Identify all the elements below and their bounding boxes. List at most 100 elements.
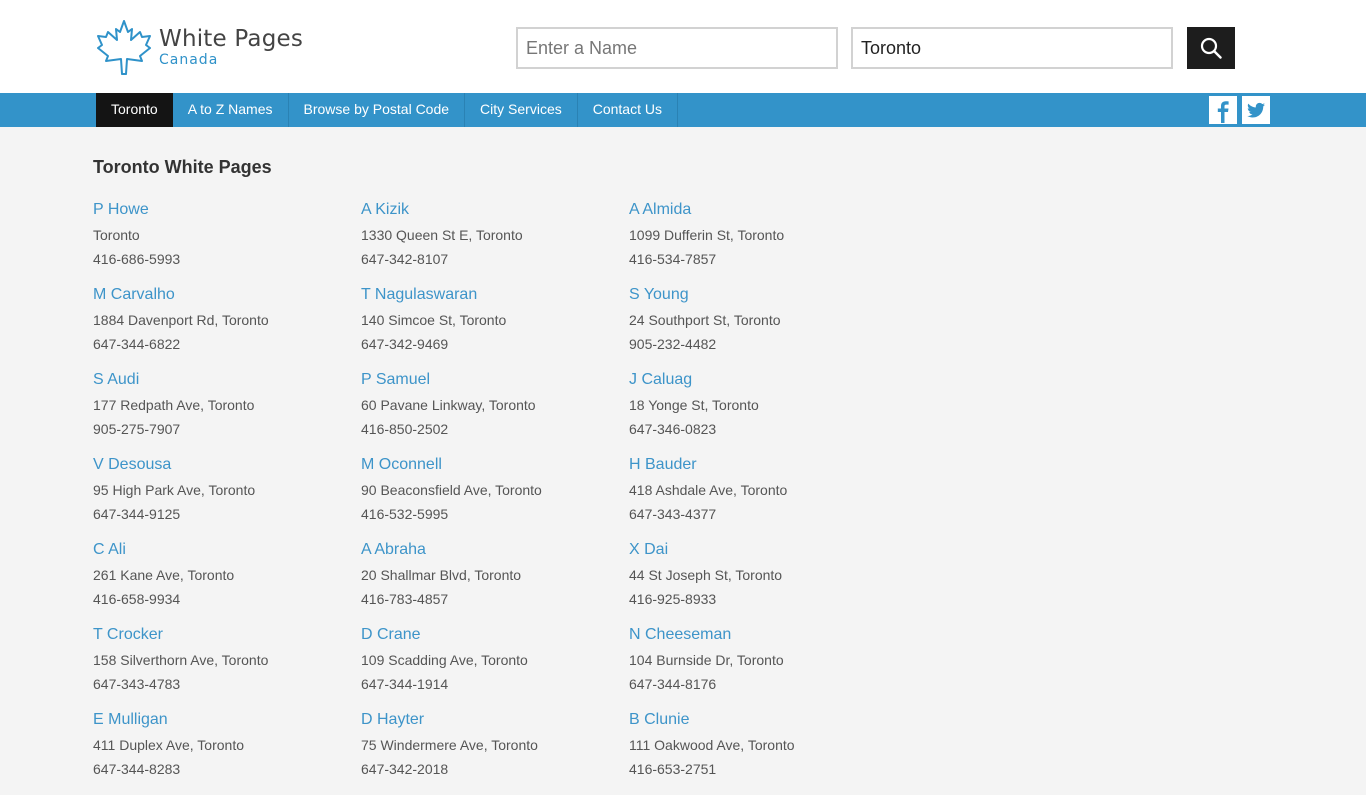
facebook-link[interactable] (1209, 96, 1237, 124)
nav-list: Toronto A to Z Names Browse by Postal Co… (96, 93, 678, 127)
list-item: J Caluag 18 Yonge St, Toronto 647-346-08… (629, 370, 897, 455)
person-phone: 416-653-2751 (629, 761, 717, 777)
person-address: 20 Shallmar Blvd, Toronto (361, 567, 522, 583)
person-name-link[interactable]: E Mulligan (93, 710, 361, 730)
site-logo[interactable]: White Pages Canada (96, 18, 306, 76)
person-address: 24 Southport St, Toronto (629, 312, 781, 328)
list-item: S Audi 177 Redpath Ave, Toronto 905-275-… (93, 370, 361, 455)
main-nav: Toronto A to Z Names Browse by Postal Co… (0, 93, 1366, 127)
person-phone: 905-275-7907 (93, 421, 181, 437)
twitter-link[interactable] (1242, 96, 1270, 124)
person-address: 111 Oakwood Ave, Toronto (629, 737, 795, 753)
nav-item-browse-by-postal-code[interactable]: Browse by Postal Code (289, 93, 466, 127)
twitter-icon (1247, 102, 1265, 118)
site-header: White Pages Canada (0, 0, 1366, 93)
people-listing: P Howe Toronto 416-686-5993 A Kizik 1330… (93, 200, 913, 795)
logo-title: White Pages (159, 26, 304, 52)
person-address: 95 High Park Ave, Toronto (93, 482, 256, 498)
list-item: T Crocker 158 Silverthorn Ave, Toronto 6… (93, 625, 361, 710)
list-item: P Samuel 60 Pavane Linkway, Toronto 416-… (361, 370, 629, 455)
person-phone: 416-783-4857 (361, 591, 449, 607)
person-name-link[interactable]: T Nagulaswaran (361, 285, 629, 305)
list-item: M Oconnell 90 Beaconsfield Ave, Toronto … (361, 455, 629, 540)
person-name-link[interactable]: T Crocker (93, 625, 361, 645)
nav-item-a-to-z-names[interactable]: A to Z Names (173, 93, 289, 127)
search-icon (1200, 37, 1222, 59)
person-name-link[interactable]: C Ali (93, 540, 361, 560)
city-search-input[interactable] (851, 27, 1173, 69)
person-address: 158 Silverthorn Ave, Toronto (93, 652, 269, 668)
person-name-link[interactable]: S Audi (93, 370, 361, 390)
person-phone: 647-344-8176 (629, 676, 717, 692)
person-phone: 416-658-9934 (93, 591, 181, 607)
person-phone: 647-343-4783 (93, 676, 181, 692)
list-item: A Kizik 1330 Queen St E, Toronto 647-342… (361, 200, 629, 285)
person-name-link[interactable]: M Oconnell (361, 455, 629, 475)
person-phone: 647-342-9469 (361, 336, 449, 352)
person-address: 418 Ashdale Ave, Toronto (629, 482, 788, 498)
maple-leaf-icon (97, 20, 151, 75)
list-item: D Hayter 75 Windermere Ave, Toronto 647-… (361, 710, 629, 795)
person-address: 44 St Joseph St, Toronto (629, 567, 783, 583)
person-phone: 647-346-0823 (629, 421, 717, 437)
page-title: Toronto White Pages (93, 157, 272, 177)
person-phone: 416-686-5993 (93, 251, 181, 267)
person-phone: 647-343-4377 (629, 506, 717, 522)
person-name-link[interactable]: H Bauder (629, 455, 897, 475)
person-address: 75 Windermere Ave, Toronto (361, 737, 538, 753)
person-address: Toronto (93, 227, 140, 243)
person-phone: 416-925-8933 (629, 591, 717, 607)
person-address: 1884 Davenport Rd, Toronto (93, 312, 269, 328)
nav-item-city-services[interactable]: City Services (465, 93, 578, 127)
person-phone: 647-344-9125 (93, 506, 181, 522)
person-name-link[interactable]: A Kizik (361, 200, 629, 220)
person-name-link[interactable]: X Dai (629, 540, 897, 560)
person-address: 1330 Queen St E, Toronto (361, 227, 523, 243)
person-name-link[interactable]: A Abraha (361, 540, 629, 560)
list-item: A Almida 1099 Dufferin St, Toronto 416-5… (629, 200, 897, 285)
person-phone: 416-850-2502 (361, 421, 449, 437)
list-item: C Ali 261 Kane Ave, Toronto 416-658-9934 (93, 540, 361, 625)
person-address: 177 Redpath Ave, Toronto (93, 397, 255, 413)
person-name-link[interactable]: N Cheeseman (629, 625, 897, 645)
person-name-link[interactable]: D Crane (361, 625, 629, 645)
list-item: H Bauder 418 Ashdale Ave, Toronto 647-34… (629, 455, 897, 540)
person-name-link[interactable]: J Caluag (629, 370, 897, 390)
person-name-link[interactable]: S Young (629, 285, 897, 305)
name-search-input[interactable] (516, 27, 838, 69)
list-item: A Abraha 20 Shallmar Blvd, Toronto 416-7… (361, 540, 629, 625)
list-item: E Mulligan 411 Duplex Ave, Toronto 647-3… (93, 710, 361, 795)
list-item: S Young 24 Southport St, Toronto 905-232… (629, 285, 897, 370)
nav-item-contact-us[interactable]: Contact Us (578, 93, 678, 127)
person-name-link[interactable]: P Samuel (361, 370, 629, 390)
person-name-link[interactable]: V Desousa (93, 455, 361, 475)
person-phone: 647-344-6822 (93, 336, 181, 352)
list-item: D Crane 109 Scadding Ave, Toronto 647-34… (361, 625, 629, 710)
person-address: 109 Scadding Ave, Toronto (361, 652, 528, 668)
person-name-link[interactable]: M Carvalho (93, 285, 361, 305)
person-name-link[interactable]: A Almida (629, 200, 897, 220)
person-address: 104 Burnside Dr, Toronto (629, 652, 784, 668)
person-phone: 647-344-8283 (93, 761, 181, 777)
person-phone: 647-342-8107 (361, 251, 449, 267)
list-item: B Clunie 111 Oakwood Ave, Toronto 416-65… (629, 710, 897, 795)
search-button[interactable] (1187, 27, 1235, 69)
facebook-icon (1217, 101, 1229, 123)
person-name-link[interactable]: P Howe (93, 200, 361, 220)
list-item: P Howe Toronto 416-686-5993 (93, 200, 361, 285)
person-address: 60 Pavane Linkway, Toronto (361, 397, 536, 413)
person-address: 261 Kane Ave, Toronto (93, 567, 235, 583)
person-address: 1099 Dufferin St, Toronto (629, 227, 785, 243)
list-item: N Cheeseman 104 Burnside Dr, Toronto 647… (629, 625, 897, 710)
person-phone: 647-344-1914 (361, 676, 449, 692)
person-address: 90 Beaconsfield Ave, Toronto (361, 482, 542, 498)
person-address: 411 Duplex Ave, Toronto (93, 737, 244, 753)
list-item: V Desousa 95 High Park Ave, Toronto 647-… (93, 455, 361, 540)
person-address: 18 Yonge St, Toronto (629, 397, 759, 413)
nav-item-toronto[interactable]: Toronto (96, 93, 173, 127)
person-name-link[interactable]: B Clunie (629, 710, 897, 730)
person-address: 140 Simcoe St, Toronto (361, 312, 507, 328)
person-phone: 905-232-4482 (629, 336, 717, 352)
list-item: T Nagulaswaran 140 Simcoe St, Toronto 64… (361, 285, 629, 370)
person-name-link[interactable]: D Hayter (361, 710, 629, 730)
